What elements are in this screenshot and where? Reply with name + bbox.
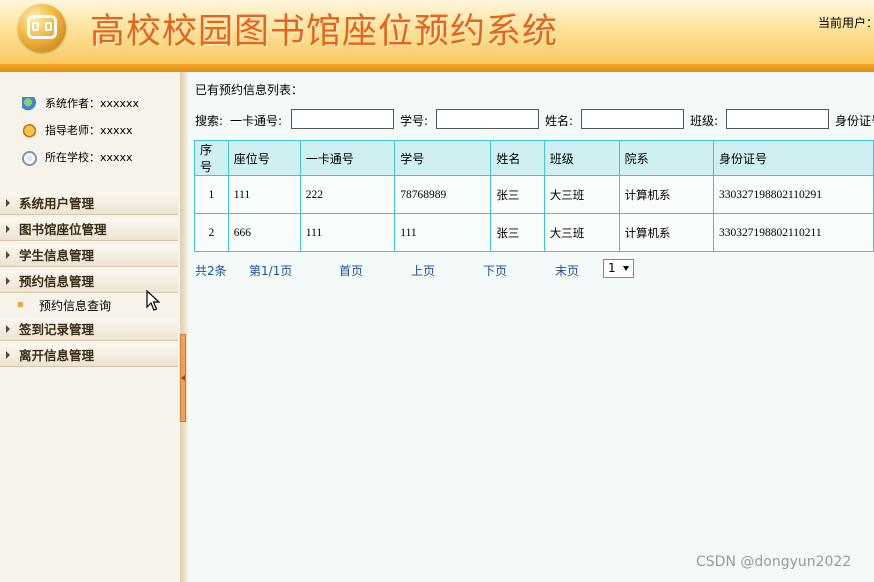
col-header-name: 姓名 — [490, 140, 545, 176]
chevron-right-icon — [6, 251, 10, 259]
users-icon — [22, 96, 37, 112]
sidebar-item-system-users[interactable]: 系统用户管理 — [0, 192, 178, 215]
sidebar-item-label: 学生信息管理 — [19, 248, 95, 263]
name-input[interactable] — [581, 109, 684, 129]
page-info: 第1/1页 — [249, 264, 293, 278]
sidebar-info-school: 所在学校：xxxxx — [22, 149, 133, 166]
total-count: 共2条 — [195, 264, 227, 278]
col-header-card: 一卡通号 — [299, 140, 396, 176]
main-content: 已有预约信息列表： 搜索: 一卡通号: 学号: 姓名: 班级: 身份证号 序号 … — [188, 72, 874, 582]
next-page-link[interactable]: 下页 — [483, 262, 507, 279]
sidebar-item-students[interactable]: 学生信息管理 — [0, 244, 178, 267]
page-select-value: 1 — [608, 261, 616, 275]
cell-id-card: 330327198802110211 — [712, 213, 874, 252]
cell-index: 2 — [194, 213, 229, 252]
class-input[interactable] — [726, 109, 829, 129]
chevron-right-icon — [6, 351, 10, 359]
col-header-student-no: 学号 — [394, 140, 492, 176]
cell-seat: 666 — [227, 213, 301, 252]
col-header-id-card: 身份证号 — [712, 140, 874, 176]
header-banner: 高校校园图书馆座位预约系统 当前用户：a — [0, 0, 874, 64]
cell-name: 张三 — [490, 213, 545, 252]
cell-class: 大三班 — [543, 175, 620, 214]
chevron-right-icon — [6, 199, 10, 207]
page-select[interactable]: 1 — [603, 259, 634, 278]
author-text: 系统作者：xxxxxx — [45, 97, 140, 110]
sidebar-item-label: 离开信息管理 — [19, 348, 95, 363]
sidebar-item-checkins[interactable]: 签到记录管理 — [0, 318, 178, 341]
first-page-link[interactable]: 首页 — [339, 262, 363, 279]
col-header-index: 序号 — [194, 140, 229, 176]
sidebar: 系统作者：xxxxxx 指导老师：xxxxx 所在学校：xxxxx 系统用户管理… — [0, 72, 181, 582]
sidebar-subitem-label: 预约信息查询 — [39, 299, 112, 313]
cell-card: 222 — [299, 175, 396, 214]
name-label: 姓名: — [545, 114, 574, 128]
school-text: 所在学校：xxxxx — [45, 151, 133, 164]
mouse-pointer-icon — [146, 290, 160, 311]
reservation-table: 序号 座位号 一卡通号 学号 姓名 班级 院系 身份证号 1 111 222 7… — [194, 140, 874, 252]
bullet-icon — [18, 302, 23, 307]
watermark: CSDN @dongyun2022 — [696, 554, 852, 570]
sidebar-info-author: 系统作者：xxxxxx — [22, 95, 140, 112]
chevron-right-icon — [6, 225, 10, 233]
cell-card: 111 — [299, 213, 396, 252]
sidebar-divider — [181, 72, 188, 582]
cell-name: 张三 — [490, 175, 545, 214]
last-page-link[interactable]: 末页 — [555, 262, 579, 279]
logo-icon — [18, 4, 66, 52]
teacher-text: 指导老师：xxxxx — [45, 124, 133, 137]
cell-student-no: 111 — [394, 213, 492, 252]
prev-page-link[interactable]: 上页 — [411, 262, 435, 279]
dropdown-arrow-icon — [623, 266, 629, 271]
sidebar-info-teacher: 指导老师：xxxxx — [22, 122, 133, 139]
col-header-class: 班级 — [543, 140, 620, 176]
table-row[interactable]: 2 666 111 111 张三 大三班 计算机系 33032719880211… — [194, 213, 874, 252]
teacher-icon — [22, 123, 37, 139]
cell-dept: 计算机系 — [618, 213, 714, 252]
col-header-dept: 院系 — [618, 140, 714, 176]
header-divider — [0, 64, 874, 72]
student-no-label: 学号: — [400, 114, 429, 128]
sidebar-item-label: 预约信息管理 — [19, 274, 95, 289]
col-header-seat: 座位号 — [227, 140, 301, 176]
cell-student-no: 78768989 — [394, 175, 492, 214]
sidebar-item-departures[interactable]: 离开信息管理 — [0, 344, 178, 367]
system-title: 高校校园图书馆座位预约系统 — [90, 12, 559, 52]
cell-index: 1 — [194, 175, 229, 214]
list-title: 已有预约信息列表： — [195, 83, 304, 97]
table-row[interactable]: 1 111 222 78768989 张三 大三班 计算机系 330327198… — [194, 175, 874, 214]
chevron-right-icon — [6, 277, 10, 285]
card-no-input[interactable] — [291, 109, 394, 129]
cell-seat: 111 — [227, 175, 301, 214]
school-icon — [22, 150, 37, 166]
id-card-label: 身份证号 — [835, 114, 874, 128]
class-label: 班级: — [690, 114, 719, 128]
card-no-label: 一卡通号: — [230, 114, 283, 128]
current-user-label: 当前用户：a — [818, 16, 874, 30]
cell-id-card: 330327198802110291 — [712, 175, 874, 214]
sidebar-item-library-seats[interactable]: 图书馆座位管理 — [0, 218, 178, 241]
sidebar-item-label: 图书馆座位管理 — [19, 222, 107, 237]
table-header-row: 序号 座位号 一卡通号 学号 姓名 班级 院系 身份证号 — [194, 140, 874, 176]
cell-class: 大三班 — [543, 213, 620, 252]
sidebar-item-label: 系统用户管理 — [19, 196, 95, 211]
sidebar-item-label: 签到记录管理 — [19, 322, 95, 337]
sidebar-collapse-toggle[interactable] — [180, 334, 186, 422]
cell-dept: 计算机系 — [618, 175, 714, 214]
student-no-input[interactable] — [436, 109, 539, 129]
search-label: 搜索: — [195, 114, 224, 128]
chevron-right-icon — [6, 325, 10, 333]
